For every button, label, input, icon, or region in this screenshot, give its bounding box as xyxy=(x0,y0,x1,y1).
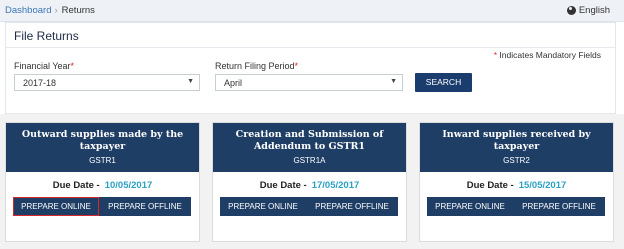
due-date-line: Due Date - 15/05/2017 xyxy=(420,180,613,191)
breadcrumb: Dashboard › Returns xyxy=(5,5,95,16)
breadcrumb-dashboard-link[interactable]: Dashboard xyxy=(5,5,51,16)
search-button[interactable]: SEARCH xyxy=(415,73,472,92)
globe-icon xyxy=(566,6,576,15)
card-header: Creation and Submission of Addendum to G… xyxy=(213,123,406,172)
return-period-label: Return Filing Period* xyxy=(215,61,298,71)
card-header: Inward supplies received by taxpayer GST… xyxy=(420,123,613,172)
divider xyxy=(6,47,615,48)
due-date-label: Due Date - xyxy=(52,180,100,191)
required-star: * xyxy=(294,61,299,71)
language-label: English xyxy=(578,5,610,16)
language-selector[interactable]: English xyxy=(566,5,610,16)
return-period-label-text: Return Filing Period xyxy=(215,61,295,71)
card-title: Creation and Submission of Addendum to G… xyxy=(235,129,384,152)
mandatory-note: * Indicates Mandatory Fields xyxy=(494,50,601,60)
prepare-online-button[interactable]: PREPARE ONLINE xyxy=(220,197,306,216)
due-date-label: Due Date - xyxy=(466,180,514,191)
chevron-down-icon: ▼ xyxy=(390,78,397,85)
card-title: Inward supplies received by taxpayer xyxy=(442,129,591,152)
prepare-offline-button[interactable]: PREPARE OFFLINE xyxy=(306,197,398,216)
prepare-offline-button[interactable]: PREPARE OFFLINE xyxy=(99,197,191,216)
card-actions: PREPARE ONLINE PREPARE OFFLINE xyxy=(427,197,605,216)
return-card-gstr1a: Creation and Submission of Addendum to G… xyxy=(212,122,407,242)
prepare-online-button[interactable]: PREPARE ONLINE xyxy=(13,197,99,216)
card-actions: PREPARE ONLINE PREPARE OFFLINE xyxy=(220,197,398,216)
due-date-value: 10/05/2017 xyxy=(104,180,153,191)
page-title: File Returns xyxy=(14,29,79,43)
required-star: * xyxy=(493,50,498,60)
card-actions: PREPARE ONLINE PREPARE OFFLINE xyxy=(13,197,191,216)
return-card-gstr1: Outward supplies made by the taxpayer GS… xyxy=(5,122,200,242)
file-returns-panel: File Returns * Indicates Mandatory Field… xyxy=(5,22,616,114)
breadcrumb-separator: › xyxy=(54,5,58,16)
card-code: GSTR1A xyxy=(293,156,326,165)
breadcrumb-current: Returns xyxy=(61,5,95,16)
return-card-gstr2: Inward supplies received by taxpayer GST… xyxy=(419,122,614,242)
card-code: GSTR1 xyxy=(89,156,116,165)
chevron-down-icon: ▼ xyxy=(187,78,194,85)
mandatory-note-text: Indicates Mandatory Fields xyxy=(499,50,601,60)
financial-year-label-text: Financial Year xyxy=(14,61,71,71)
due-date-value: 15/05/2017 xyxy=(518,180,567,191)
due-date-line: Due Date - 10/05/2017 xyxy=(6,180,199,191)
return-period-select[interactable]: April ▼ xyxy=(215,74,403,91)
prepare-offline-button[interactable]: PREPARE OFFLINE xyxy=(513,197,605,216)
due-date-value: 17/05/2017 xyxy=(311,180,360,191)
required-star: * xyxy=(70,61,75,71)
due-date-line: Due Date - 17/05/2017 xyxy=(213,180,406,191)
financial-year-value: 2017-18 xyxy=(23,78,57,88)
prepare-online-button[interactable]: PREPARE ONLINE xyxy=(427,197,513,216)
due-date-label: Due Date - xyxy=(259,180,307,191)
card-title: Outward supplies made by the taxpayer xyxy=(21,129,184,152)
financial-year-label: Financial Year* xyxy=(14,61,74,71)
top-bar: Dashboard › Returns English xyxy=(0,0,624,22)
card-code: GSTR2 xyxy=(503,156,530,165)
card-header: Outward supplies made by the taxpayer GS… xyxy=(6,123,199,172)
return-period-value: April xyxy=(224,78,243,88)
financial-year-select[interactable]: 2017-18 ▼ xyxy=(14,74,200,91)
